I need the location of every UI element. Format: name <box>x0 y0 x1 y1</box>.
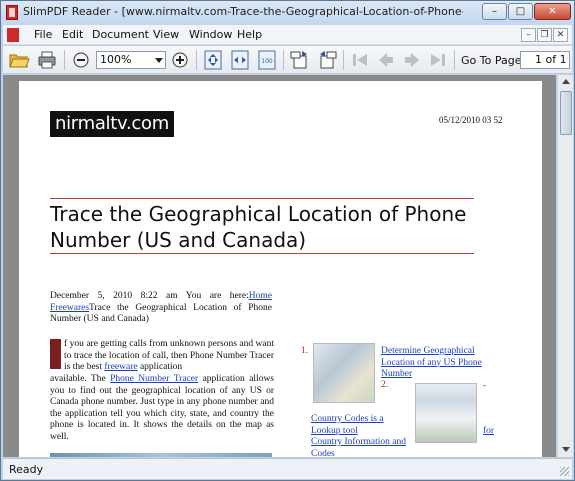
menu-bar: File Edit Document View Window Help – ❐ … <box>3 25 572 45</box>
status-bar: Ready <box>3 458 572 479</box>
article-paragraph-2: available. The Phone Number Tracer appli… <box>50 374 274 443</box>
scroll-thumb[interactable] <box>560 91 572 135</box>
toolbar-separator <box>64 50 65 70</box>
open-folder-icon[interactable] <box>8 49 30 71</box>
doc-restore-button[interactable]: ❐ <box>537 28 552 42</box>
phone-number-tracer-link[interactable]: Phone Number Tracer <box>110 374 198 384</box>
dash-text: - <box>483 381 487 391</box>
related-thumbnail-2[interactable] <box>415 383 477 443</box>
toolbar-separator <box>283 50 284 70</box>
article-headline: Trace the Geographical Location of Phone… <box>50 202 467 252</box>
menu-help[interactable]: Help <box>237 28 262 41</box>
headline-rule-top <box>50 198 474 199</box>
app-window: SlimPDF Reader - [www.nirmaltv.com-Trace… <box>0 0 575 481</box>
fit-page-icon[interactable] <box>202 49 224 71</box>
related-list-number-2: 2. <box>381 380 389 390</box>
breadcrumb-freewares-link[interactable]: Freewares <box>50 303 89 313</box>
country-codes-link[interactable]: Country Codes is a Lookup tool <box>311 414 411 437</box>
for-link[interactable]: for <box>483 426 494 438</box>
minimize-button[interactable]: – <box>482 3 507 20</box>
maximize-button[interactable]: □ <box>508 3 533 20</box>
zoom-out-icon[interactable] <box>70 49 92 71</box>
article-paragraph-1: f you are getting calls from unknown per… <box>64 339 274 374</box>
headline-rule-bottom <box>50 253 474 254</box>
title-bar[interactable]: SlimPDF Reader - [www.nirmaltv.com-Trace… <box>1 1 574 25</box>
related-link-1[interactable]: Determine Geographical Location of any U… <box>381 346 501 381</box>
menu-edit[interactable]: Edit <box>62 28 83 41</box>
svg-text:100: 100 <box>261 58 273 65</box>
first-page-icon[interactable] <box>349 49 371 71</box>
doc-minimize-button[interactable]: – <box>521 28 536 42</box>
page-number-input[interactable]: 1 of 1 <box>520 51 570 69</box>
document-date: 05/12/2010 03 52 <box>439 115 503 125</box>
menu-window[interactable]: Window <box>189 28 232 41</box>
zoom-value: 100% <box>100 53 132 66</box>
close-button[interactable]: ✕ <box>534 3 571 20</box>
country-information-link[interactable]: Country Information and Codes <box>311 437 421 457</box>
article-image <box>50 453 272 457</box>
pdf-page: nirmaltv.com 05/12/2010 03 52 Trace the … <box>19 81 542 457</box>
drop-cap-letter <box>50 339 61 369</box>
print-icon[interactable] <box>36 49 58 71</box>
freeware-link[interactable]: freeware <box>104 362 137 372</box>
app-logo-icon <box>6 5 18 20</box>
doc-close-button[interactable]: ✕ <box>553 28 568 42</box>
prev-page-icon[interactable] <box>375 49 397 71</box>
rotate-cw-icon[interactable] <box>289 49 311 71</box>
last-page-icon[interactable] <box>427 49 449 71</box>
document-icon[interactable] <box>7 28 19 42</box>
actual-size-icon[interactable]: 100 <box>256 49 278 71</box>
zoom-in-icon[interactable] <box>169 49 191 71</box>
site-logo: nirmaltv.com <box>50 111 174 137</box>
toolbar-separator <box>454 50 455 70</box>
breadcrumb-home-link[interactable]: Home <box>249 291 272 301</box>
toolbar-separator <box>343 50 344 70</box>
scroll-up-icon[interactable] <box>562 79 570 84</box>
zoom-select[interactable]: 100% <box>96 51 166 69</box>
article-meta: December 5, 2010 8:22 am You are here:Ho… <box>50 291 272 326</box>
menu-document[interactable]: Document <box>92 28 149 41</box>
window-title: SlimPDF Reader - [www.nirmaltv.com-Trace… <box>23 5 463 18</box>
para-text-mid: application <box>137 362 183 372</box>
related-list-number-1: 1. <box>301 346 309 356</box>
menu-file[interactable]: File <box>34 28 52 41</box>
rotate-ccw-icon[interactable] <box>316 49 338 71</box>
scroll-down-icon[interactable] <box>562 447 570 452</box>
para2-text-rest: application allows you to find out the g… <box>50 374 275 442</box>
go-to-page-label: Go To Page <box>461 54 522 67</box>
status-text: Ready <box>9 463 44 476</box>
resize-grip-icon[interactable] <box>560 467 569 476</box>
vertical-scrollbar[interactable] <box>557 75 573 457</box>
fit-width-icon[interactable] <box>229 49 251 71</box>
toolbar: 100% 100 Go To Page 1 of 1 <box>3 46 572 74</box>
toolbar-separator <box>196 50 197 70</box>
para2-text-start: available. The <box>50 374 111 384</box>
menu-view[interactable]: View <box>153 28 179 41</box>
related-thumbnail-1[interactable] <box>313 343 375 403</box>
chevron-down-icon <box>155 58 163 63</box>
next-page-icon[interactable] <box>401 49 423 71</box>
document-viewport[interactable]: nirmaltv.com 05/12/2010 03 52 Trace the … <box>3 75 556 457</box>
meta-prefix: December 5, 2010 8:22 am You are here: <box>50 291 249 301</box>
